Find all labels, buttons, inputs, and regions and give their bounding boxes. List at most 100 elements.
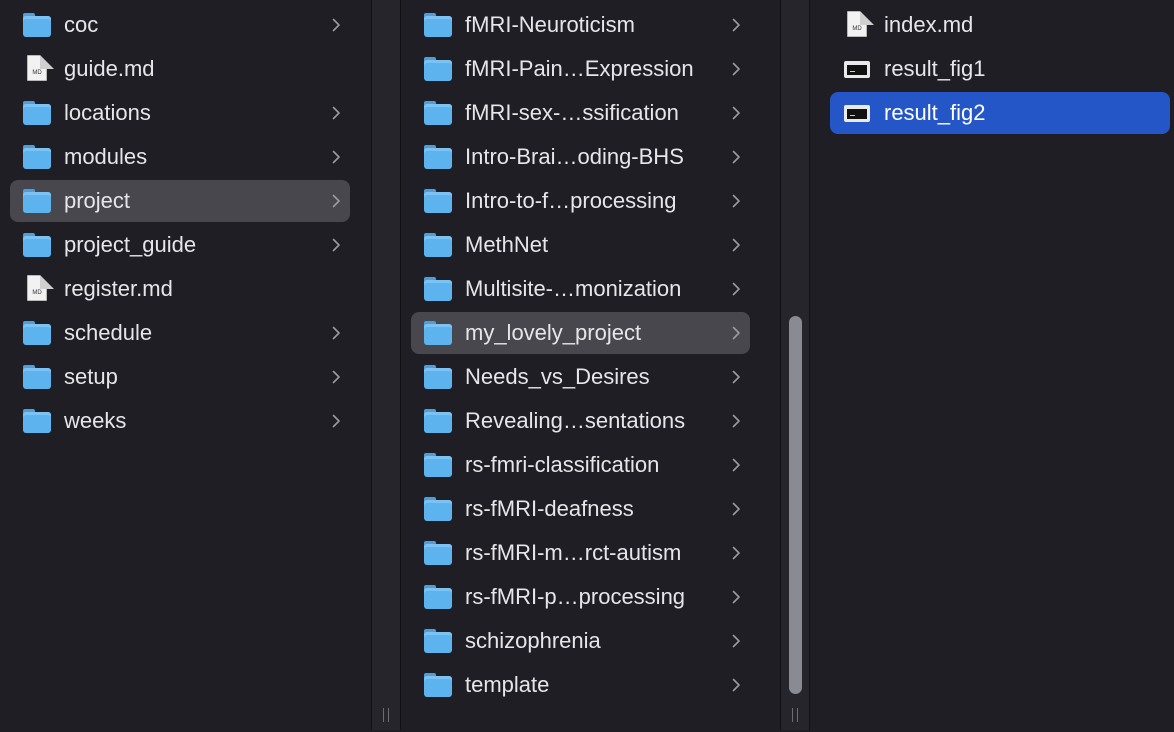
list-item[interactable]: result_fig2 (830, 92, 1170, 134)
resize-grip-icon[interactable] (382, 708, 390, 722)
folder-icon (22, 11, 52, 39)
item-label: rs-fMRI-m…rct-autism (465, 540, 682, 565)
list-item[interactable]: template (411, 664, 750, 706)
markdown-file-icon: MD (22, 55, 54, 83)
list-item[interactable]: fMRI-Pain…Expression (411, 48, 750, 90)
chevron-right-icon (328, 326, 344, 340)
list-item[interactable]: Multisite-…monization (411, 268, 750, 310)
folder-icon (423, 11, 453, 39)
item-label: locations (64, 100, 151, 125)
markdown-file-icon: MD (22, 275, 54, 303)
folder-icon (22, 99, 52, 127)
folder-icon (22, 363, 52, 391)
item-label: Needs_vs_Desires (465, 364, 650, 389)
item-label: weeks (64, 408, 127, 433)
chevron-right-icon (728, 590, 744, 604)
list-item[interactable]: project_guide (10, 224, 350, 266)
chevron-right-icon (728, 62, 744, 76)
folder-icon (423, 407, 453, 435)
folder-icon (423, 539, 453, 567)
chevron-right-icon (328, 18, 344, 32)
md-badge: MD (32, 290, 42, 296)
column-resize-handle-1[interactable] (371, 0, 401, 730)
item-label: fMRI-Neuroticism (465, 12, 635, 37)
folder-icon (423, 671, 453, 699)
list-item[interactable]: my_lovely_project (411, 312, 750, 354)
column-resize-handle-2[interactable] (780, 0, 810, 730)
folder-icon (22, 143, 52, 171)
list-item[interactable]: rs-fMRI-p…processing (411, 576, 750, 618)
column-browser: coc MD guide.md locations modules project proj… (0, 0, 1174, 732)
list-item[interactable]: Intro-to-f…processing (411, 180, 750, 222)
item-label: project_guide (64, 232, 197, 257)
item-label: schedule (64, 320, 153, 345)
chevron-right-icon (728, 546, 744, 560)
list-item[interactable]: MD register.md (10, 268, 350, 310)
list-item[interactable]: fMRI-sex-…ssification (411, 92, 750, 134)
chevron-right-icon (728, 194, 744, 208)
list-item[interactable]: Intro-Brai…oding-BHS (411, 136, 750, 178)
chevron-right-icon (728, 502, 744, 516)
list-item[interactable]: project (10, 180, 350, 222)
chevron-right-icon (728, 458, 744, 472)
list-item[interactable]: Needs_vs_Desires (411, 356, 750, 398)
chevron-right-icon (328, 150, 344, 164)
chevron-right-icon (328, 238, 344, 252)
chevron-right-icon (728, 326, 744, 340)
column-1: coc MD guide.md locations modules project proj… (0, 0, 370, 730)
item-label: index.md (884, 12, 974, 37)
item-label: register.md (64, 276, 173, 301)
column-2-scrollbar-thumb[interactable] (789, 316, 802, 694)
item-label: rs-fMRI-deafness (465, 496, 634, 521)
item-label: guide.md (64, 56, 155, 81)
list-item[interactable]: setup (10, 356, 350, 398)
chevron-right-icon (328, 414, 344, 428)
folder-icon (423, 231, 453, 259)
item-label: rs-fMRI-p…processing (465, 584, 686, 609)
chevron-right-icon (728, 106, 744, 120)
item-label: coc (64, 12, 99, 37)
list-item[interactable]: weeks (10, 400, 350, 442)
item-label: schizophrenia (465, 628, 601, 653)
list-item[interactable]: modules (10, 136, 350, 178)
folder-icon (423, 363, 453, 391)
resize-grip-icon[interactable] (791, 708, 799, 722)
list-item[interactable]: Revealing…sentations (411, 400, 750, 442)
list-item[interactable]: result_fig1 (830, 48, 1170, 90)
item-label: fMRI-Pain…Expression (465, 56, 694, 81)
item-label: setup (64, 364, 118, 389)
list-item[interactable]: schedule (10, 312, 350, 354)
list-item[interactable]: fMRI-Neuroticism (411, 4, 750, 46)
folder-icon (22, 407, 52, 435)
list-item[interactable]: rs-fMRI-m…rct-autism (411, 532, 750, 574)
list-item[interactable]: rs-fMRI-deafness (411, 488, 750, 530)
item-label: my_lovely_project (465, 320, 642, 345)
chevron-right-icon (728, 18, 744, 32)
folder-icon (423, 187, 453, 215)
md-badge: MD (32, 70, 42, 76)
folder-icon (423, 319, 453, 347)
item-label: result_fig1 (884, 56, 986, 81)
markdown-file-icon: MD (842, 11, 874, 39)
chevron-right-icon (728, 370, 744, 384)
list-item[interactable]: MD guide.md (10, 48, 350, 90)
folder-icon (22, 319, 52, 347)
folder-icon (423, 55, 453, 83)
item-label: template (465, 672, 550, 697)
list-item[interactable]: schizophrenia (411, 620, 750, 662)
item-label: Intro-Brai…oding-BHS (465, 144, 684, 169)
list-item[interactable]: locations (10, 92, 350, 134)
executable-file-icon (842, 55, 872, 83)
list-item[interactable]: MethNet (411, 224, 750, 266)
item-label: Revealing…sentations (465, 408, 686, 433)
list-item[interactable]: rs-fmri-classification (411, 444, 750, 486)
folder-icon (22, 187, 52, 215)
chevron-right-icon (728, 678, 744, 692)
folder-icon (423, 99, 453, 127)
list-item[interactable]: coc (10, 4, 350, 46)
list-item[interactable]: MD index.md (830, 4, 1170, 46)
folder-icon (423, 275, 453, 303)
item-label: MethNet (465, 232, 549, 257)
folder-icon (423, 495, 453, 523)
md-badge: MD (852, 26, 862, 32)
